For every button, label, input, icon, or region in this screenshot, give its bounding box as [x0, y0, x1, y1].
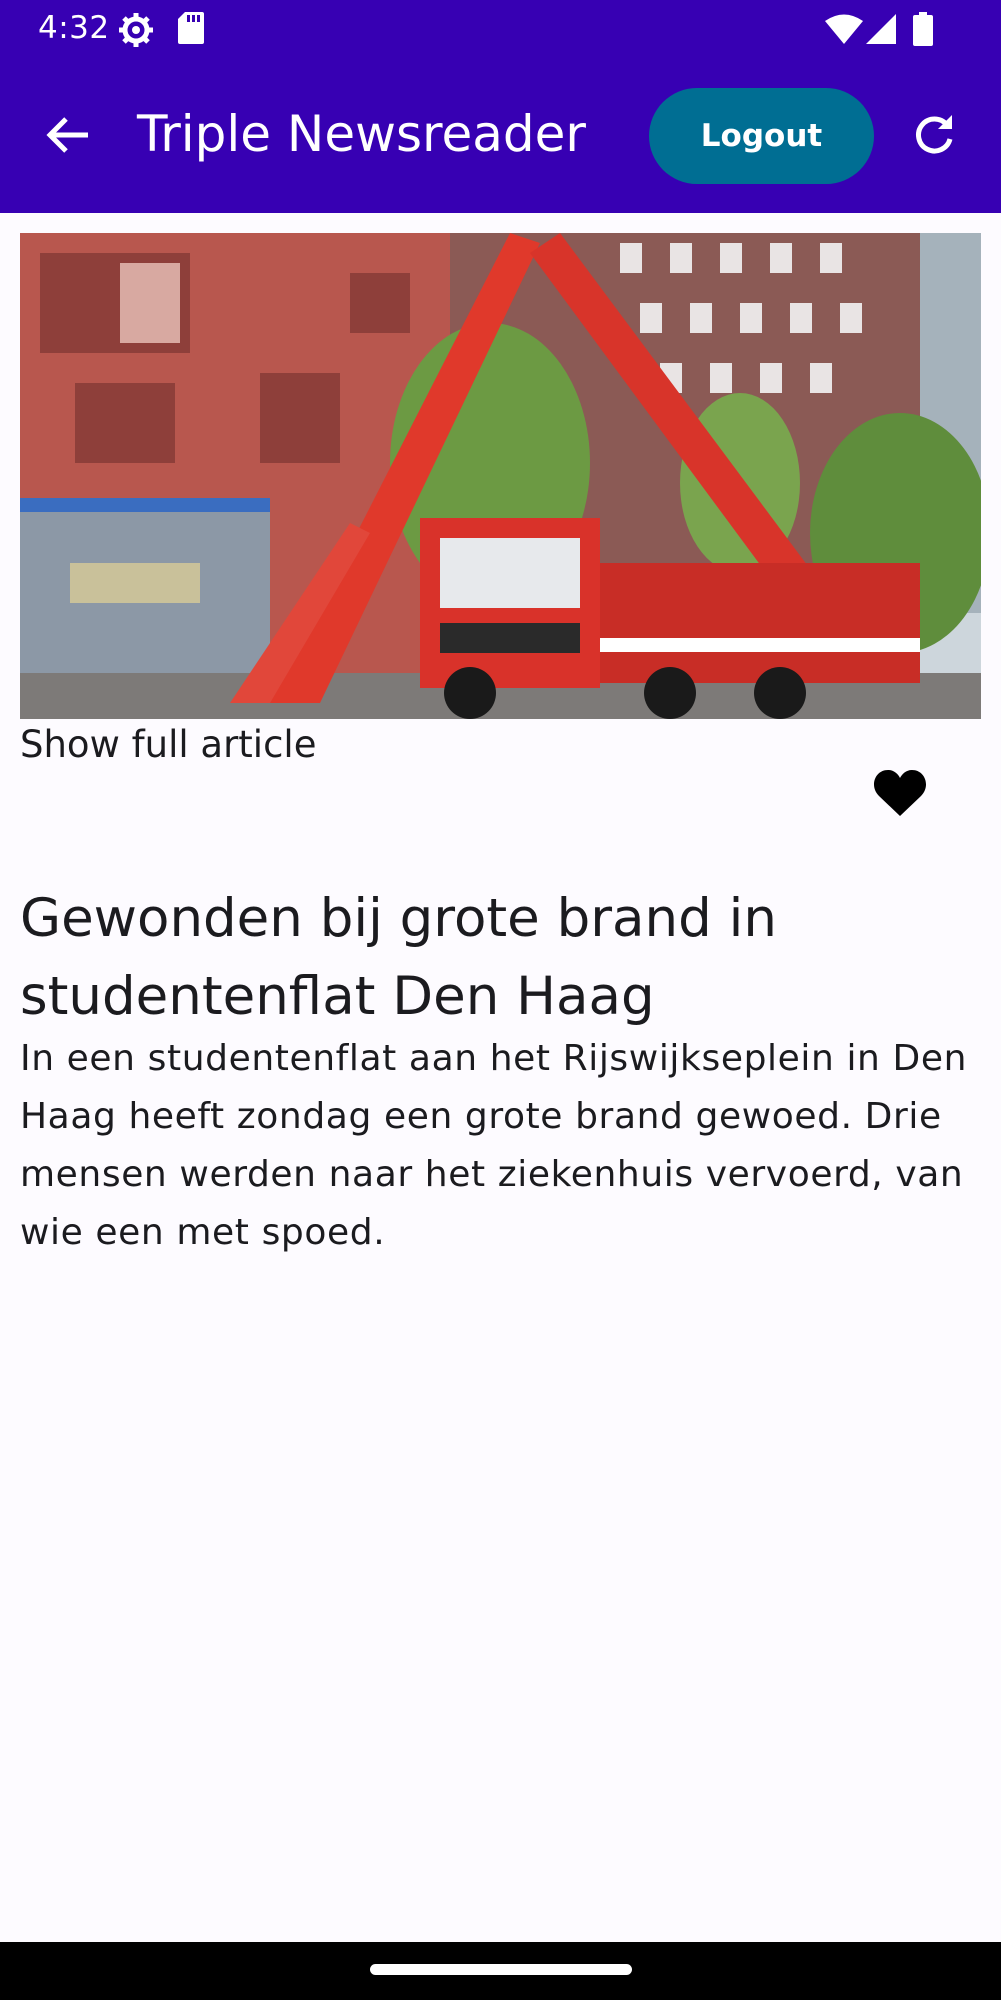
wifi-icon: [825, 14, 863, 48]
article-summary: In een studentenflat aan het Rijswijksep…: [20, 1038, 967, 1253]
status-time: 4:32: [38, 10, 110, 46]
arrow-left-icon: [46, 115, 90, 159]
article-image: [20, 233, 981, 719]
home-indicator[interactable]: [370, 1964, 632, 1975]
logout-button[interactable]: Logout: [649, 88, 874, 184]
show-full-article-link[interactable]: Show full article: [20, 723, 316, 766]
app-title: Triple Newsreader: [137, 105, 586, 163]
sd-card-icon: [178, 12, 204, 48]
fire-truck-photo: [20, 233, 981, 719]
battery-icon: [913, 12, 933, 50]
refresh-button[interactable]: [904, 107, 964, 167]
heart-icon: [873, 770, 927, 822]
refresh-icon: [912, 113, 956, 161]
status-bar: 4:32: [0, 0, 1001, 58]
article-title: Gewonden bij grote brand in studentenfla…: [20, 888, 777, 1027]
app-bar: Triple Newsreader Logout: [0, 58, 1001, 213]
signal-icon: [866, 14, 896, 48]
favorite-button[interactable]: [873, 768, 933, 824]
back-button[interactable]: [38, 107, 98, 167]
settings-icon: [118, 12, 154, 52]
